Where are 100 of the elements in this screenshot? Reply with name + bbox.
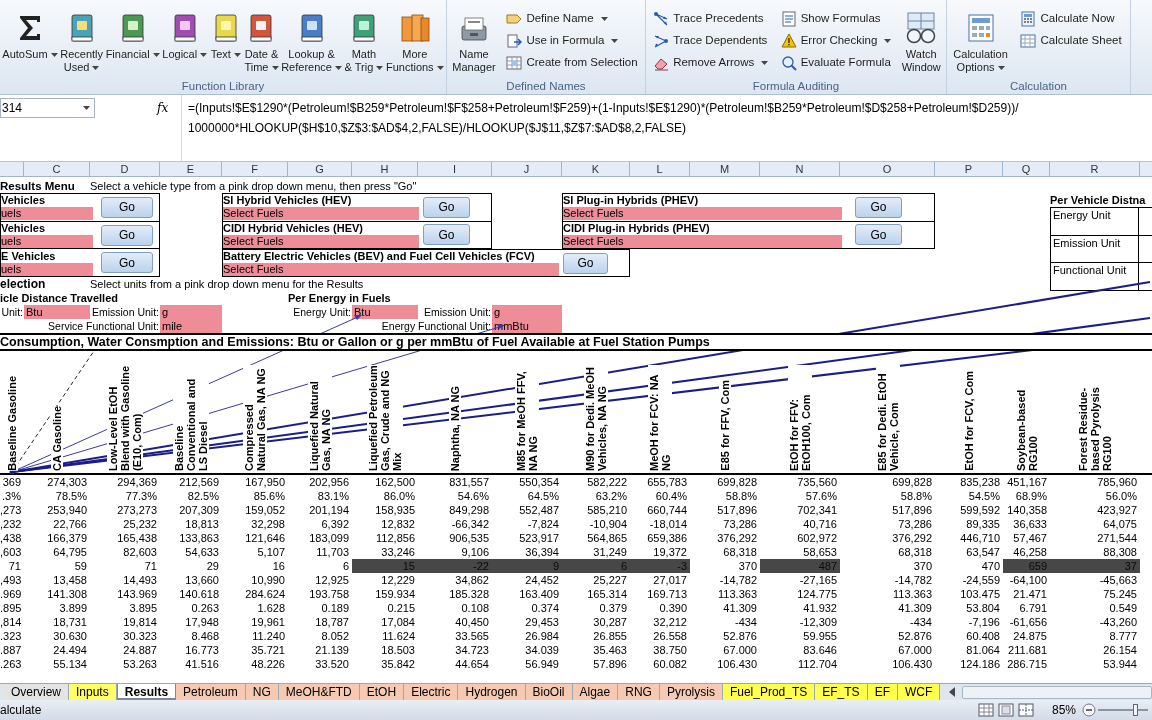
sheet-tab[interactable]: MeOH&FTD — [278, 684, 360, 700]
dropdown-cell[interactable]: uels — [1, 235, 93, 248]
name-box[interactable]: 314 — [0, 98, 95, 118]
dropdown-cell[interactable]: uels — [1, 207, 93, 221]
table-cell-text: 133,863 — [178, 531, 220, 545]
table-cell-text: 113.363 — [892, 587, 933, 601]
sheet-tab[interactable]: NG — [245, 684, 279, 700]
table-cell-text: 24.494 — [52, 643, 88, 657]
table-cell-text: 41.309 — [897, 601, 933, 615]
table-cell-text: 67.000 — [897, 643, 933, 657]
sheet-tab[interactable]: Inputs — [69, 684, 117, 700]
ribbon-button[interactable]: Trace Dependents — [651, 30, 771, 52]
table-cell-text: ,232 — [0, 517, 23, 531]
go-button[interactable]: Go — [423, 224, 470, 246]
column-header[interactable]: L — [630, 162, 690, 176]
caret-icon — [83, 106, 90, 110]
column-header[interactable]: G — [288, 162, 352, 176]
sheet-tab[interactable]: Hydrogen — [458, 684, 526, 700]
sheet-tab[interactable]: BioOil — [525, 684, 573, 700]
column-header[interactable]: Q — [1003, 162, 1050, 176]
go-button[interactable]: Go — [855, 224, 902, 246]
dropdown-cell[interactable]: Select Fuels — [223, 207, 419, 221]
column-header[interactable]: F — [222, 162, 288, 176]
ribbon-button[interactable]: Evaluate Formula — [778, 52, 894, 74]
table-cell-text: ,814 — [0, 615, 23, 629]
table-cell-text: 12,925 — [314, 573, 350, 587]
dropdown-cell[interactable]: Select Fuels — [563, 207, 842, 221]
column-header[interactable]: J — [492, 162, 562, 176]
column-header[interactable]: H — [352, 162, 418, 176]
ribbon-button[interactable]: Error Checking — [778, 30, 894, 52]
ribbon-button[interactable]: Lookup & Reference — [281, 12, 342, 74]
go-button[interactable]: Go — [101, 252, 153, 274]
sheet-tab[interactable]: WCF — [897, 684, 941, 700]
sheet-tab[interactable]: Fuel_Prod_TS — [722, 684, 816, 700]
dropdown-cell[interactable]: g — [492, 305, 562, 319]
ribbon-button[interactable]: Define Name — [504, 8, 640, 30]
sheet-tab[interactable]: Petroleum — [176, 684, 246, 700]
ribbon-button[interactable]: Name Manager — [452, 12, 496, 74]
ribbon-button[interactable]: Calculate Now — [1018, 8, 1124, 30]
ribbon-button[interactable]: Financial — [105, 12, 160, 61]
insert-function-button[interactable]: fx — [155, 98, 171, 118]
dropdown-cell[interactable]: Select Fuels — [223, 234, 419, 248]
ribbon-button[interactable]: Watch Window — [901, 12, 941, 74]
sheet-tab[interactable]: EtOH — [359, 684, 405, 700]
sheet-tab[interactable]: Electric — [404, 684, 459, 700]
ribbon-button[interactable]: Create from Selection — [504, 52, 640, 74]
zoom-slider[interactable] — [1098, 703, 1148, 717]
column-header[interactable]: K — [562, 162, 630, 176]
dropdown-cell[interactable]: Btu — [24, 305, 90, 319]
ribbon-button[interactable]: Logical — [162, 12, 208, 61]
ribbon-button[interactable]: Calculate Sheet — [1018, 30, 1124, 52]
sheet-tab[interactable]: EF_TS — [815, 684, 868, 700]
column-header[interactable]: E — [160, 162, 222, 176]
column-header[interactable]: R — [1050, 162, 1140, 176]
go-button[interactable]: Go — [563, 252, 608, 274]
sheet-tab[interactable]: Pyrolysis — [659, 684, 723, 700]
ribbon-button[interactable]: More Functions — [385, 12, 444, 74]
ribbon-button[interactable]: Text — [209, 12, 242, 61]
section-label: Results Menu — [0, 179, 76, 193]
column-header[interactable]: C — [24, 162, 90, 176]
table-cell-text: 60.082 — [652, 657, 688, 671]
column-header[interactable]: N — [760, 162, 840, 176]
sheet-tab[interactable]: Results — [116, 684, 177, 700]
table-cell-text: 599,592 — [959, 503, 1001, 517]
table-cell-text: 12,832 — [380, 517, 416, 531]
column-header[interactable]: P — [935, 162, 1003, 176]
go-button[interactable]: Go — [423, 196, 470, 218]
dropdown-cell[interactable]: g — [160, 305, 222, 319]
table-cell-text: 835,238 — [959, 475, 1001, 489]
ribbon-button[interactable]: Calculation Options — [953, 12, 1008, 74]
ribbon-button[interactable]: Date & Time — [244, 12, 279, 74]
ribbon-button[interactable]: Math & Trig — [344, 12, 384, 74]
ribbon-button[interactable]: AutoSum — [2, 12, 58, 61]
go-button[interactable]: Go — [101, 196, 153, 218]
sheet-tab[interactable]: RNG — [618, 684, 660, 700]
dropdown-cell[interactable]: uels — [1, 262, 93, 276]
table-cell-text: 57,467 — [1012, 531, 1048, 545]
sheet-tab[interactable]: Overview — [4, 684, 69, 700]
sheet-tab[interactable]: EF — [867, 684, 898, 700]
dropdown-cell[interactable]: Select Fuels — [563, 234, 842, 248]
ribbon-button[interactable]: Remove Arrows — [651, 52, 771, 74]
column-header[interactable]: I — [418, 162, 492, 176]
scrollbar[interactable] — [962, 685, 1152, 699]
ribbon-button[interactable]: Show Formulas — [778, 8, 894, 30]
ribbon-button[interactable]: Recently Used — [60, 12, 103, 74]
dropdown-cell[interactable]: mile — [160, 319, 222, 333]
go-button[interactable]: Go — [855, 196, 902, 218]
dropdown-cell[interactable]: mmBtu — [492, 319, 562, 333]
column-header[interactable]: O — [840, 162, 935, 176]
ribbon-button[interactable]: Trace Precedents — [651, 8, 771, 30]
dropdown-cell[interactable]: Select Fuels — [223, 263, 559, 276]
table-cell-text: 162,500 — [374, 475, 416, 489]
slider-thumb[interactable] — [1133, 704, 1138, 716]
ribbon-button[interactable]: Use in Formula — [504, 30, 640, 52]
sheet-tab[interactable]: Algae — [572, 684, 619, 700]
column-header[interactable]: D — [90, 162, 160, 176]
table-cell-text: 68,318 — [722, 545, 758, 559]
column-header[interactable]: M — [690, 162, 760, 176]
field-label: Emission Unit: — [422, 305, 492, 319]
go-button[interactable]: Go — [101, 224, 153, 246]
